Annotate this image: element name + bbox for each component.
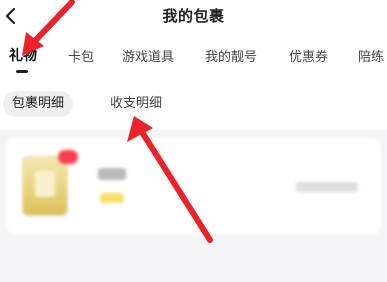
subtab-income-expense-details[interactable]: 收支明细 [101,91,171,117]
detail-subtabs: 包裹明细 收支明细 [0,78,387,130]
gift-action-placeholder[interactable] [296,182,358,192]
top-bar: 我的包裹 [0,0,387,34]
gift-count-badge [58,150,78,164]
page-title: 我的包裹 [162,7,225,25]
gift-tag-placeholder [100,193,124,203]
tab-game-items[interactable]: 游戏道具 [122,46,174,65]
tab-coupons[interactable]: 优惠券 [289,46,328,65]
subtab-package-details[interactable]: 包裹明细 [3,91,74,117]
tab-card-pack[interactable]: 卡包 [68,46,94,65]
gift-item-card[interactable] [6,138,381,234]
tab-gifts[interactable]: 礼物 [9,45,37,65]
gift-name-placeholder [98,168,126,180]
gift-image [22,156,68,216]
category-tabs: 礼物 卡包 游戏道具 我的靓号 优惠券 陪练 [0,34,387,78]
tab-coaching[interactable]: 陪练 [358,46,384,65]
active-tab-indicator [16,70,28,73]
tab-premium-numbers[interactable]: 我的靓号 [205,46,257,65]
